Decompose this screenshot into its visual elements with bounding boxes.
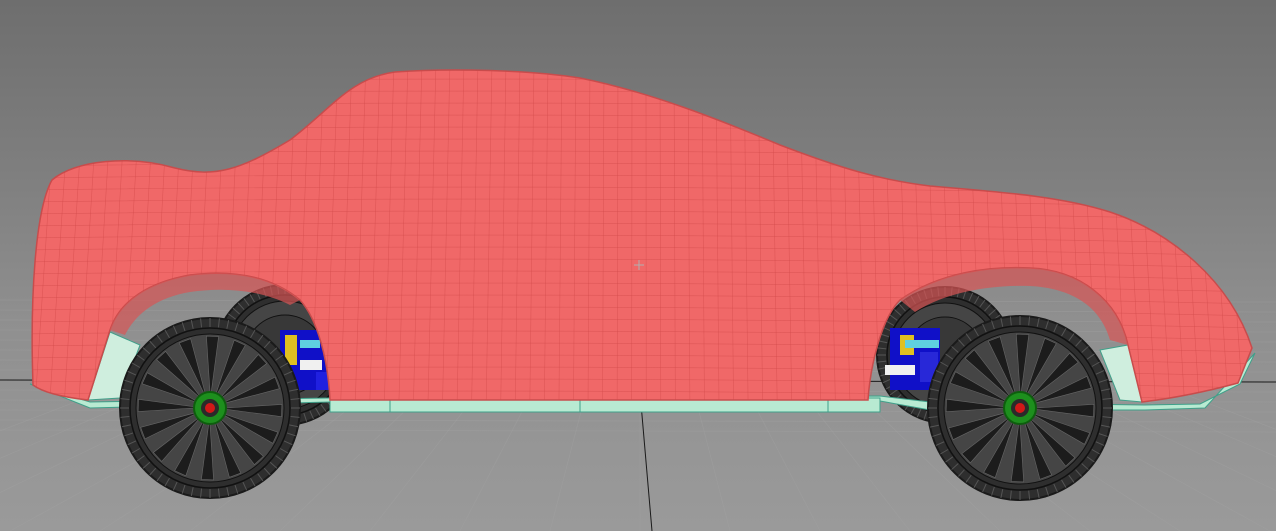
viewport-scene [0, 69, 1276, 531]
front-near-wheel[interactable] [927, 315, 1113, 501]
y-axis-line [639, 391, 653, 531]
3d-viewport[interactable] [0, 0, 1276, 531]
rear-near-wheel[interactable] [119, 317, 301, 499]
